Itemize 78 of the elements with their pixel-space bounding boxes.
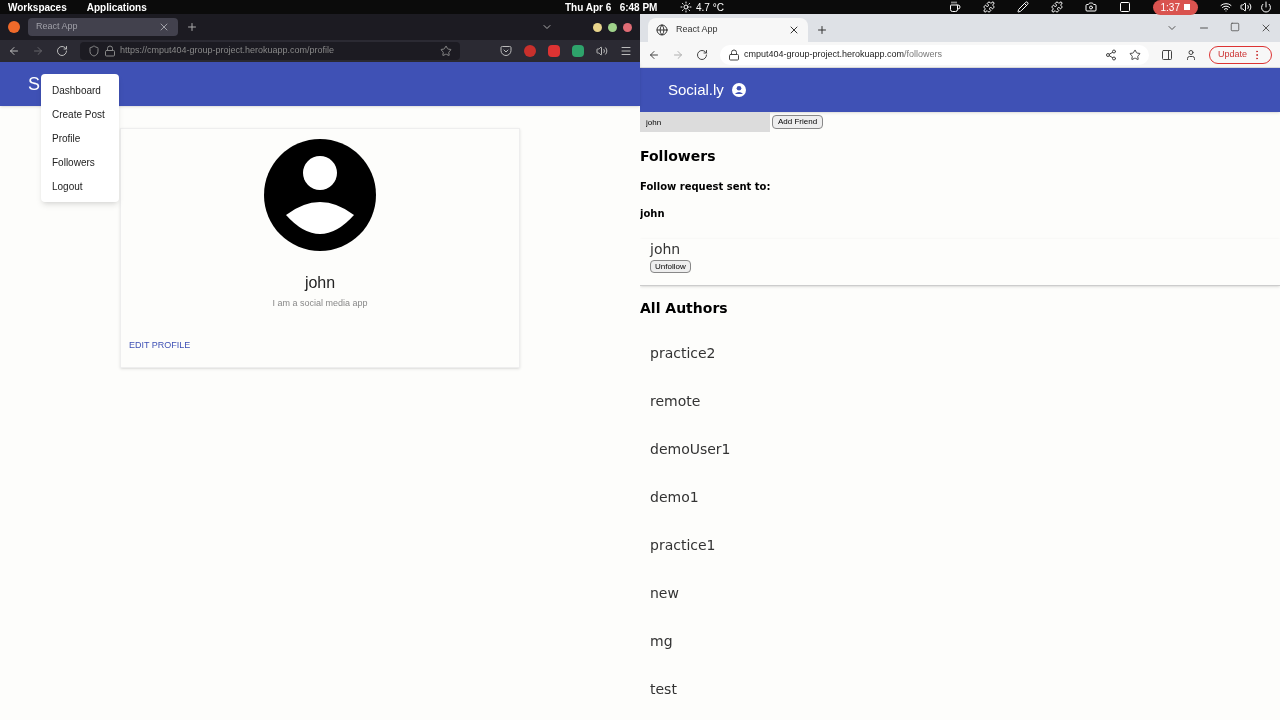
profile-name: john	[304, 273, 336, 293]
cup-icon[interactable]	[948, 1, 961, 13]
maximize-button[interactable]	[608, 22, 617, 32]
authors-heading: All Authors	[640, 299, 729, 318]
ad-block-icon[interactable]	[524, 45, 536, 57]
shield-icon	[88, 45, 100, 57]
share-icon[interactable]	[1104, 48, 1117, 61]
globe-icon	[656, 24, 668, 36]
author-name: practice1	[649, 536, 717, 555]
recording-indicator[interactable]: 1:37	[1152, 0, 1198, 15]
menu-icon[interactable]	[620, 45, 632, 57]
account-icon[interactable]	[731, 83, 746, 97]
request-name: john	[640, 207, 666, 221]
power-icon[interactable]	[1260, 1, 1272, 13]
menu-item[interactable]: Profile	[41, 126, 119, 150]
puzzle-icon[interactable]	[1050, 1, 1063, 13]
close-button[interactable]	[623, 22, 632, 32]
camera-icon[interactable]	[1084, 1, 1097, 13]
browser-tab[interactable]: React App	[648, 18, 808, 42]
profile-bio: I am a social media app	[272, 297, 368, 310]
author-name: demo1	[649, 488, 700, 507]
volume-icon	[1240, 1, 1252, 13]
speaker-icon[interactable]	[596, 45, 608, 57]
reload-icon[interactable]	[56, 45, 68, 57]
bookmark-star-icon[interactable]	[440, 45, 452, 57]
clock[interactable]: Thu Apr 6 6:48 PM	[565, 0, 658, 15]
request-label: Follow request sent to:	[640, 180, 772, 194]
pocket-icon[interactable]	[500, 45, 512, 57]
pencil-icon[interactable]	[1016, 1, 1029, 13]
minimize-button[interactable]	[593, 22, 602, 32]
browser-tab[interactable]: React App	[28, 18, 178, 36]
extension-icon[interactable]	[572, 45, 584, 57]
workspaces-menu[interactable]: Workspaces	[8, 0, 67, 15]
menu-item[interactable]: Create Post	[41, 102, 119, 126]
follower-name: john	[650, 240, 681, 259]
address-bar[interactable]: cmput404-group-project.herokuapp.com/followers	[720, 44, 1149, 65]
url-text: https://cmput404-group-project.herokuapp.com/profile	[120, 44, 336, 58]
close-icon[interactable]	[1260, 22, 1272, 34]
friend-input[interactable]: john	[640, 112, 770, 132]
author-name: mg	[649, 632, 674, 651]
bookmark-star-icon[interactable]	[1128, 48, 1141, 61]
new-tab-icon[interactable]	[816, 24, 828, 36]
reload-icon[interactable]	[696, 48, 708, 61]
author-name: remote	[649, 392, 702, 411]
user-avatar-icon	[264, 139, 376, 251]
new-tab-icon[interactable]	[186, 21, 198, 33]
maximize-icon[interactable]	[1230, 22, 1240, 32]
brand-title: Social.ly	[668, 79, 724, 100]
close-tab-icon[interactable]	[788, 24, 800, 36]
firefox-logo-icon	[8, 21, 20, 33]
lock-icon	[104, 45, 116, 57]
extension-icon[interactable]	[548, 45, 560, 57]
author-name: new	[649, 584, 680, 603]
add-friend-button[interactable]: Add Friend	[772, 115, 824, 129]
back-icon[interactable]	[648, 48, 660, 61]
side-panel-icon[interactable]	[1160, 48, 1173, 61]
weather-icon	[680, 1, 692, 13]
lock-icon	[728, 48, 740, 61]
url-text: cmput404-group-project.herokuapp.com/followers	[744, 47, 944, 61]
menu-item[interactable]: Logout	[41, 174, 119, 198]
applications-menu[interactable]: Applications	[86, 0, 147, 15]
stop-icon	[1184, 4, 1190, 10]
author-name: demoUser1	[649, 440, 732, 459]
tab-title: React App	[676, 23, 719, 37]
brand-title: S	[28, 72, 40, 96]
followers-heading: Followers	[640, 147, 717, 166]
address-bar[interactable]: https://cmput404-group-project.herokuapp.com/profile	[80, 42, 460, 60]
menu-item[interactable]: Dashboard	[41, 78, 119, 102]
weather-reading: 4.7 °C	[696, 0, 724, 15]
wifi-icon	[1220, 1, 1232, 13]
back-icon[interactable]	[8, 45, 20, 57]
author-name: practice2	[649, 344, 717, 363]
unfollow-button[interactable]: Unfollow	[650, 260, 691, 273]
window-icon[interactable]	[1118, 1, 1131, 13]
menu-item[interactable]: Followers	[41, 150, 119, 174]
profile-icon[interactable]	[1184, 48, 1197, 61]
edit-profile-button[interactable]: EDIT PROFILE	[129, 338, 191, 352]
author-name: test	[649, 680, 678, 699]
